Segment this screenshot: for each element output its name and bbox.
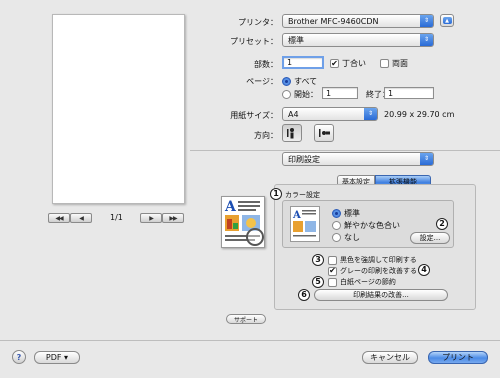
page-counter: 1/1 — [110, 213, 123, 222]
enhance-black-checkbox[interactable] — [328, 255, 337, 265]
orientation-landscape-button[interactable] — [314, 124, 334, 142]
color-settings-button[interactable]: 設定... — [410, 232, 450, 244]
orientation-portrait-button[interactable] — [282, 124, 302, 142]
improve-output-button[interactable]: 印刷結果の改善... — [314, 289, 448, 301]
color-sample-image-icon: A — [292, 210, 316, 237]
pages-range-radio-row[interactable]: 開始： — [282, 89, 318, 100]
next-page-icon: ▶ — [149, 214, 154, 222]
improve-gray-row[interactable]: ✔ グレーの印刷を改善する — [328, 266, 417, 276]
color-sample-icon: A — [290, 206, 320, 242]
color-vivid-radio-row[interactable]: 鮮やかな色合い — [332, 220, 400, 231]
presets-popup[interactable]: 標準 ⇕ — [282, 33, 434, 47]
paper-size-value: A4 — [288, 109, 299, 119]
pages-all-radio-row[interactable]: すべて — [282, 76, 317, 87]
copies-field[interactable]: 1 — [282, 56, 324, 69]
first-page-button[interactable]: ◀◀ — [48, 213, 70, 223]
duplex-label: 両面 — [392, 59, 408, 68]
first-page-icon: ◀◀ — [55, 214, 63, 222]
color-none-label: なし — [344, 233, 360, 242]
callout-3: 3 — [312, 254, 324, 266]
enhance-black-label: 黒色を強調して印刷する — [340, 256, 417, 264]
previous-page-button[interactable]: ◀ — [70, 213, 92, 223]
paper-dimensions: 20.99 x 29.70 cm — [384, 110, 455, 119]
improve-gray-checkbox[interactable]: ✔ — [328, 266, 337, 276]
skip-blank-row[interactable]: 白紙ページの節約 — [328, 277, 396, 287]
callout-2: 2 — [436, 218, 448, 230]
collated-checkbox[interactable]: ✔ — [330, 59, 339, 68]
last-page-icon: ▶▶ — [169, 214, 177, 222]
copies-label: 部数： — [254, 60, 278, 69]
help-icon: ? — [16, 352, 22, 362]
pdf-menu-button[interactable]: PDF ▾ — [34, 351, 80, 364]
pages-from-field[interactable]: 1 — [322, 87, 358, 99]
callout-6: 6 — [298, 289, 310, 301]
color-none-radio-row[interactable]: なし — [332, 232, 360, 243]
pages-all-label: すべて — [294, 77, 318, 86]
callout-1: 1 — [270, 188, 282, 200]
footer-divider — [0, 340, 500, 341]
previous-page-icon: ◀ — [79, 214, 84, 222]
presets-value: 標準 — [288, 35, 304, 45]
section-divider — [190, 150, 500, 151]
color-settings-label: カラー設定 — [285, 191, 320, 199]
duplex-checkbox-row[interactable]: 両面 — [380, 58, 408, 69]
orientation-label: 方向： — [254, 131, 278, 140]
print-button[interactable]: プリント — [428, 351, 488, 364]
collated-label: 丁合い — [342, 59, 366, 68]
callout-4: 4 — [418, 264, 430, 276]
color-vivid-radio[interactable] — [332, 221, 341, 230]
printer-value: Brother MFC-9460CDN — [288, 16, 379, 26]
landscape-person-icon — [318, 129, 330, 137]
magnifier-icon — [246, 228, 264, 246]
skip-blank-checkbox[interactable] — [328, 277, 337, 287]
color-vivid-label: 鮮やかな色合い — [344, 221, 400, 230]
pages-from-label: 開始： — [294, 90, 318, 99]
skip-blank-label: 白紙ページの節約 — [340, 278, 396, 286]
color-none-radio[interactable] — [332, 233, 341, 242]
improve-gray-label: グレーの印刷を改善する — [340, 267, 417, 275]
duplex-checkbox[interactable] — [380, 59, 389, 68]
color-standard-radio-row[interactable]: 標準 — [332, 208, 360, 219]
popup-arrows-icon: ⇕ — [420, 153, 433, 165]
pages-range-radio[interactable] — [282, 90, 291, 99]
print-preview-page — [52, 14, 185, 204]
presets-label: プリセット： — [230, 37, 278, 46]
enhance-black-row[interactable]: 黒色を強調して印刷する — [328, 255, 417, 265]
disclosure-up-icon: ▲ — [442, 17, 452, 24]
support-button[interactable]: サポート — [226, 314, 266, 324]
pages-label: ページ： — [246, 77, 278, 86]
next-page-button[interactable]: ▶ — [140, 213, 162, 223]
printer-popup[interactable]: Brother MFC-9460CDN ⇕ — [282, 14, 434, 28]
paper-size-label: 用紙サイズ： — [230, 111, 278, 120]
printer-label: プリンタ： — [238, 18, 278, 27]
popup-arrows-icon: ⇕ — [364, 108, 377, 120]
help-button[interactable]: ? — [12, 350, 26, 364]
paper-size-popup[interactable]: A4 ⇕ — [282, 107, 378, 121]
pages-all-radio[interactable] — [282, 77, 291, 86]
collated-checkbox-row[interactable]: ✔ 丁合い — [330, 58, 366, 69]
popup-arrows-icon: ⇕ — [420, 34, 433, 46]
print-settings-popup[interactable]: 印刷設定 ⇕ — [282, 152, 434, 166]
collapse-details-button[interactable]: ▲ — [440, 14, 454, 27]
svg-text:A: A — [292, 210, 301, 221]
print-settings-value: 印刷設定 — [288, 154, 320, 164]
color-standard-label: 標準 — [344, 209, 360, 218]
pages-to-field[interactable]: 1 — [384, 87, 434, 99]
last-page-button[interactable]: ▶▶ — [162, 213, 184, 223]
color-standard-radio[interactable] — [332, 209, 341, 218]
callout-5: 5 — [312, 276, 324, 288]
popup-arrows-icon: ⇕ — [420, 15, 433, 27]
svg-text:A: A — [224, 199, 237, 215]
cancel-button[interactable]: キャンセル — [362, 351, 418, 364]
portrait-person-icon — [287, 127, 294, 138]
